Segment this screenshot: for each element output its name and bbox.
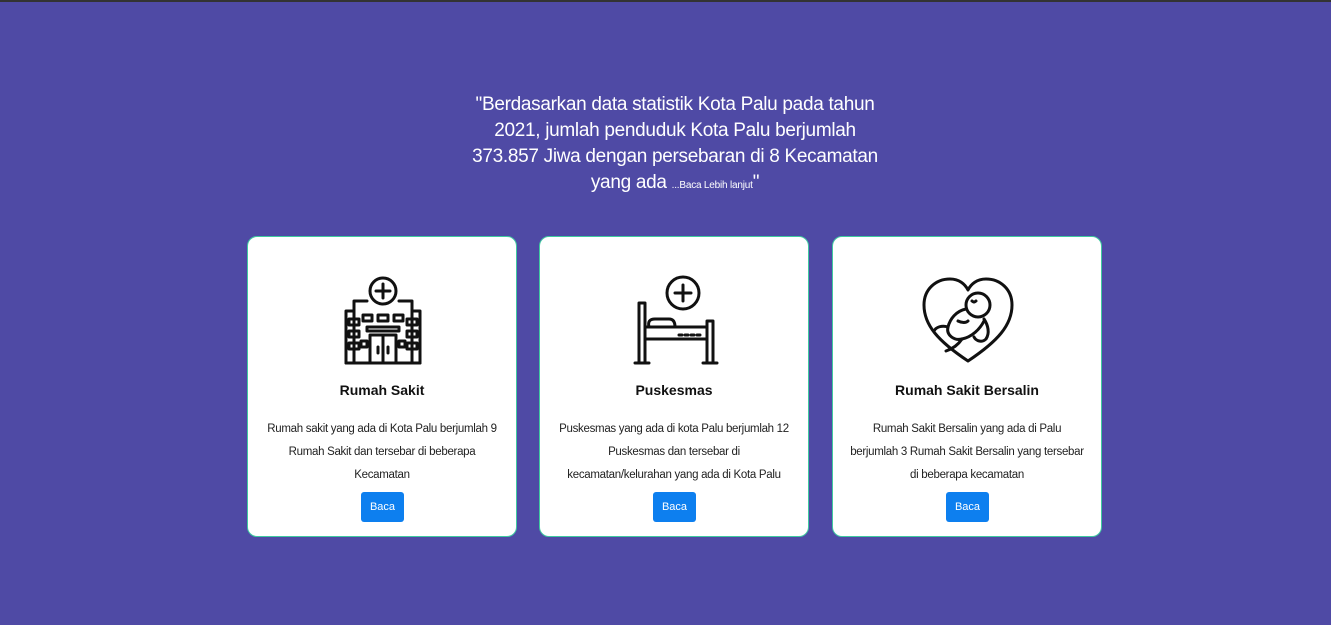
- read-button[interactable]: Baca: [361, 492, 404, 522]
- intro-quote: "Berdasarkan data statistik Kota Palu pa…: [465, 92, 885, 199]
- card-rumah-sakit: Rumah Sakit Rumah sakit yang ada di Kota…: [247, 236, 517, 537]
- card-title: Puskesmas: [635, 382, 713, 398]
- read-button[interactable]: Baca: [653, 492, 696, 522]
- intro-closing-quote: ": [752, 172, 760, 193]
- card-description: Rumah Sakit Bersalin yang ada di Palu be…: [850, 423, 1084, 481]
- intro-text: "Berdasarkan data statistik Kota Palu pa…: [472, 94, 878, 193]
- read-button[interactable]: Baca: [946, 492, 989, 522]
- card-description: Puskesmas yang ada di kota Palu berjumla…: [559, 423, 789, 481]
- read-more-link[interactable]: ...Baca Lebih lanjut: [672, 180, 753, 191]
- card-rumah-sakit-bersalin: Rumah Sakit Bersalin Rumah Sakit Bersali…: [832, 236, 1102, 537]
- card-description: Rumah sakit yang ada di Kota Palu berjum…: [267, 423, 497, 481]
- hospital-icon: [333, 275, 433, 367]
- baby-heart-icon: [918, 275, 1018, 367]
- card-title: Rumah Sakit: [339, 382, 425, 398]
- hospital-bed-icon: [625, 275, 725, 367]
- card-puskesmas: Puskesmas Puskesmas yang ada di kota Pal…: [539, 236, 809, 537]
- card-title: Rumah Sakit Bersalin: [895, 382, 1039, 398]
